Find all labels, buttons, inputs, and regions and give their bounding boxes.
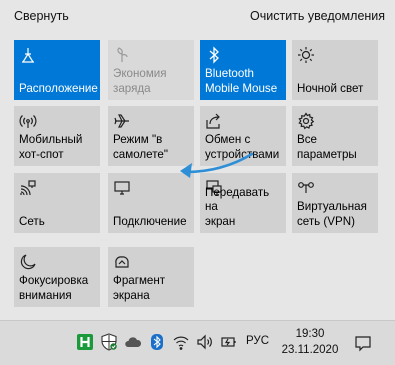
- bluetooth-icon: [205, 46, 223, 64]
- airplane-icon: [113, 112, 131, 130]
- vpn-icon: [297, 179, 315, 197]
- clock-time: 19:30: [295, 328, 325, 340]
- tile-label: Фокусировка внимания: [19, 274, 89, 302]
- focus-moon-icon: [19, 253, 37, 271]
- location-icon: [19, 46, 37, 64]
- input-language[interactable]: РУС: [246, 335, 269, 347]
- tile-label: Виртуальная сеть (VPN): [297, 200, 367, 228]
- tile-project[interactable]: Передавать на экран: [200, 173, 286, 233]
- connect-icon: [113, 179, 131, 197]
- wifi-icon[interactable]: [172, 333, 190, 351]
- tile-label: Передавать на экран: [205, 185, 270, 228]
- tile-airplane-mode[interactable]: Режим "в самолете": [108, 106, 194, 166]
- tile-label: Расположение: [19, 81, 98, 95]
- tile-label: Обмен с устройствами: [205, 133, 280, 161]
- tile-mobile-hotspot[interactable]: Мобильный хот-спот: [14, 106, 100, 166]
- tile-label: Фрагмент экрана: [113, 274, 166, 302]
- tile-label: Экономия заряда: [113, 67, 167, 95]
- action-center-header: Свернуть Очистить уведомления: [0, 0, 395, 34]
- tile-nearby-sharing[interactable]: Обмен с устройствами: [200, 106, 286, 166]
- battery-icon[interactable]: [220, 333, 238, 351]
- brightness-icon: [297, 46, 315, 64]
- tile-focus-assist[interactable]: Фокусировка внимания: [14, 247, 100, 307]
- app-h-icon[interactable]: [76, 333, 94, 351]
- tile-label: Сеть: [19, 214, 45, 228]
- volume-icon[interactable]: [196, 333, 214, 351]
- tile-vpn[interactable]: Виртуальная сеть (VPN): [292, 173, 378, 233]
- tile-label: Ночной свет: [297, 81, 364, 95]
- hotspot-icon: [19, 112, 37, 130]
- tile-battery-saver[interactable]: Экономия заряда: [108, 40, 194, 100]
- collapse-link[interactable]: Свернуть: [14, 9, 69, 23]
- tile-label: Все параметры: [297, 133, 357, 161]
- bluetooth-tray-icon[interactable]: [148, 333, 166, 351]
- taskbar-clock[interactable]: 19:30 23.11.2020: [278, 326, 342, 358]
- defender-shield-icon[interactable]: [100, 333, 118, 351]
- clock-date: 23.11.2020: [281, 344, 339, 356]
- tile-night-light[interactable]: Ночной свет: [292, 40, 378, 100]
- tile-network[interactable]: Сеть: [14, 173, 100, 233]
- taskbar: РУС 19:30 23.11.2020: [0, 320, 395, 365]
- tile-connect[interactable]: Подключение: [108, 173, 194, 233]
- tile-location[interactable]: Расположение: [14, 40, 100, 100]
- onedrive-cloud-icon[interactable]: [124, 333, 142, 351]
- battery-saver-icon: [113, 46, 131, 64]
- action-center-icon[interactable]: [354, 334, 372, 352]
- tile-screen-snip[interactable]: Фрагмент экрана: [108, 247, 194, 307]
- tile-label: Bluetooth Mobile Mouse: [205, 67, 278, 95]
- settings-gear-icon: [297, 112, 315, 130]
- tile-all-settings[interactable]: Все параметры: [292, 106, 378, 166]
- tile-label: Подключение: [113, 214, 187, 228]
- tile-label: Режим "в самолете": [113, 133, 168, 161]
- tile-bluetooth[interactable]: Bluetooth Mobile Mouse: [200, 40, 286, 100]
- share-icon: [205, 112, 223, 130]
- snip-icon: [113, 253, 131, 271]
- tile-label: Мобильный хот-спот: [19, 133, 83, 161]
- clear-notifications-link[interactable]: Очистить уведомления: [250, 9, 385, 23]
- network-icon: [19, 179, 37, 197]
